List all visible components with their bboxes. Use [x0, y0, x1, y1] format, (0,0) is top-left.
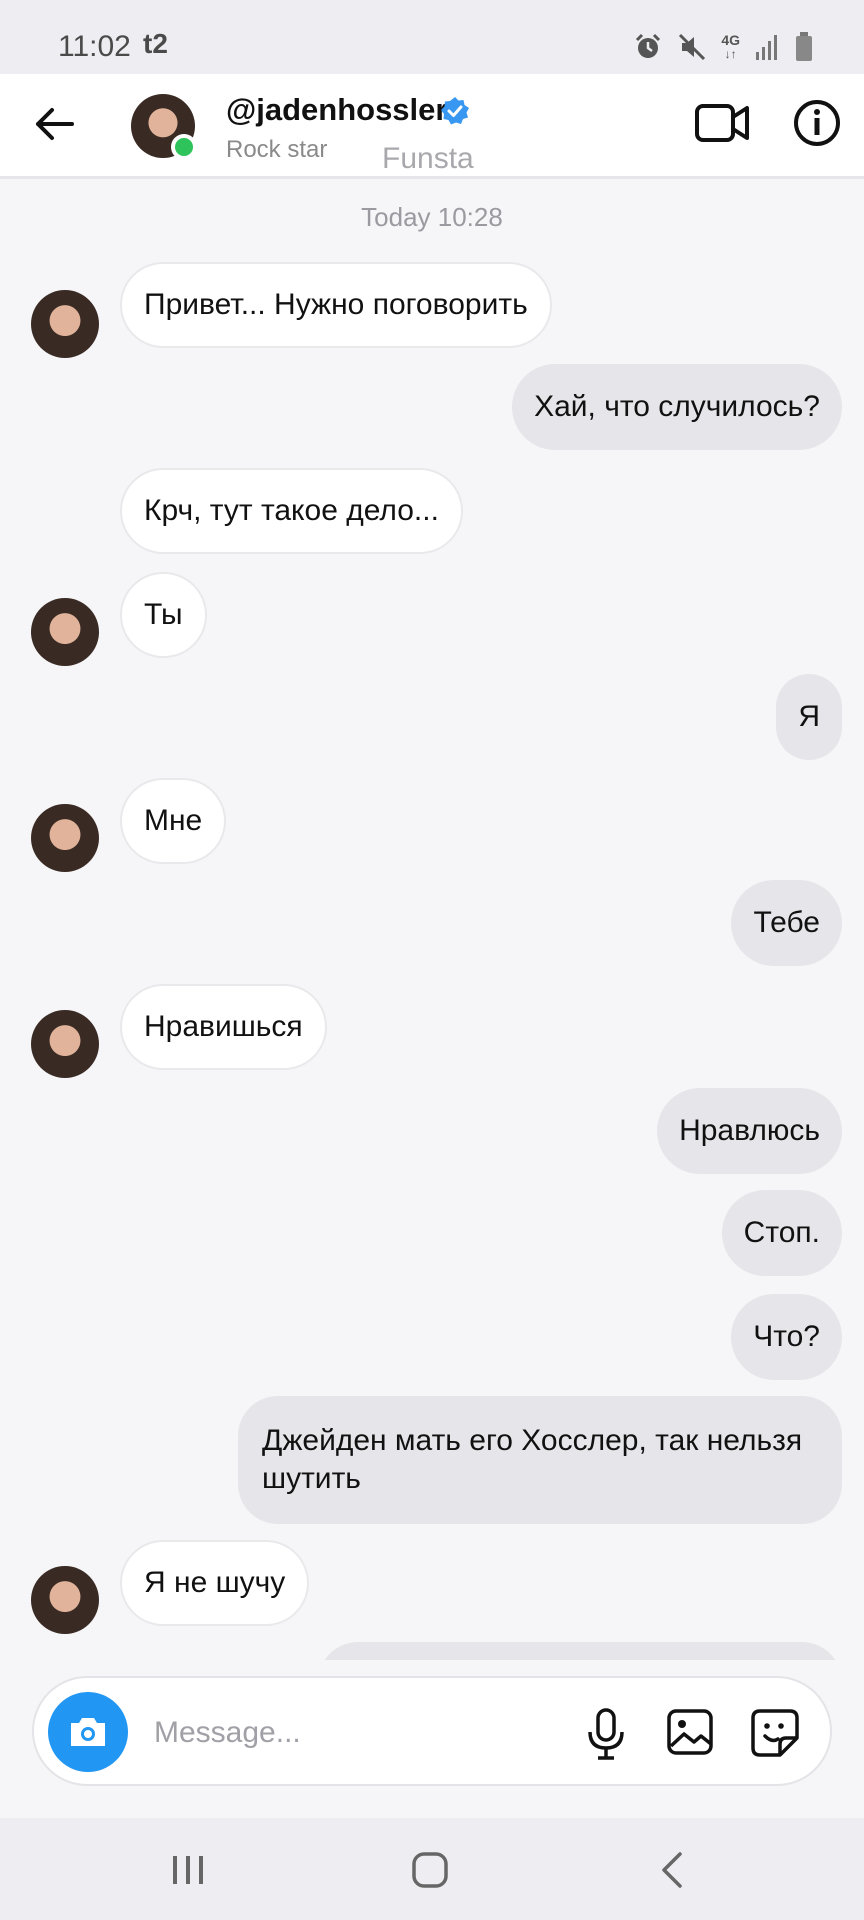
avatar[interactable]	[131, 94, 197, 160]
chat-header: @jadenhossler Rock star Funsta	[0, 74, 864, 179]
incoming-message[interactable]: Крч, тут такое дело...	[120, 468, 463, 554]
back-icon[interactable]	[654, 1850, 690, 1890]
message-composer	[32, 1676, 832, 1786]
system-navigation-bar	[0, 1818, 864, 1920]
outgoing-message[interactable]: Стоп.	[721, 1190, 842, 1276]
contact-username[interactable]: @jadenhossler	[226, 92, 447, 128]
incoming-message[interactable]: Привет... Нужно поговорить	[120, 262, 552, 348]
video-call-icon[interactable]	[694, 98, 750, 148]
mode-label: Funsta	[382, 142, 474, 175]
status-icons: 4G ↓↑	[633, 30, 814, 64]
outgoing-message[interactable]: Джейден мать его Хосслер, так нельзя шут…	[238, 1396, 842, 1524]
status-bar: 11:02 t2 4G ↓↑	[0, 0, 864, 74]
thread-timestamp: Today 10:28	[361, 202, 503, 232]
outgoing-message[interactable]: Тебе	[731, 880, 842, 966]
mute-icon	[679, 33, 706, 61]
camera-icon	[71, 1718, 105, 1746]
avatar[interactable]	[31, 804, 99, 872]
signal-icon	[756, 35, 777, 60]
info-icon[interactable]	[792, 98, 842, 148]
verified-badge-icon	[441, 97, 469, 125]
sticker-icon[interactable]	[750, 1708, 800, 1758]
incoming-message[interactable]: Мне	[120, 778, 227, 864]
incoming-message[interactable]: Ты	[120, 572, 207, 658]
composer-area	[0, 1660, 864, 1818]
avatar[interactable]	[31, 598, 99, 666]
avatar[interactable]	[31, 1010, 99, 1078]
incoming-message[interactable]: Я не шучу	[120, 1540, 310, 1626]
microphone-icon[interactable]	[582, 1708, 630, 1760]
battery-icon	[796, 32, 812, 61]
camera-button[interactable]	[48, 1692, 128, 1772]
alarm-icon	[636, 33, 661, 58]
outgoing-message[interactable]: Что?	[731, 1294, 842, 1380]
image-icon[interactable]	[666, 1708, 714, 1756]
recent-apps-icon[interactable]	[168, 1852, 208, 1888]
avatar[interactable]	[31, 1566, 99, 1634]
back-arrow-icon[interactable]	[32, 102, 76, 146]
home-icon[interactable]	[410, 1850, 450, 1890]
network-type-icon: 4G ↓↑	[721, 32, 740, 61]
carrier-label: t2	[143, 28, 168, 59]
message-input[interactable]	[152, 1708, 452, 1758]
status-time: 11:02	[58, 30, 131, 63]
contact-subtitle: Rock star	[226, 136, 328, 163]
message-thread[interactable]: Today 10:28 Привет... Нужно поговорить Х…	[0, 182, 864, 1660]
avatar[interactable]	[31, 290, 99, 358]
incoming-message[interactable]: Нравишься	[120, 984, 327, 1070]
outgoing-message[interactable]: Нравлюсь	[657, 1088, 842, 1174]
outgoing-message-partial[interactable]	[318, 1642, 842, 1660]
outgoing-message[interactable]: Хай, что случилось?	[512, 364, 842, 450]
online-status-dot	[171, 134, 197, 160]
outgoing-message[interactable]: Я	[776, 674, 842, 760]
